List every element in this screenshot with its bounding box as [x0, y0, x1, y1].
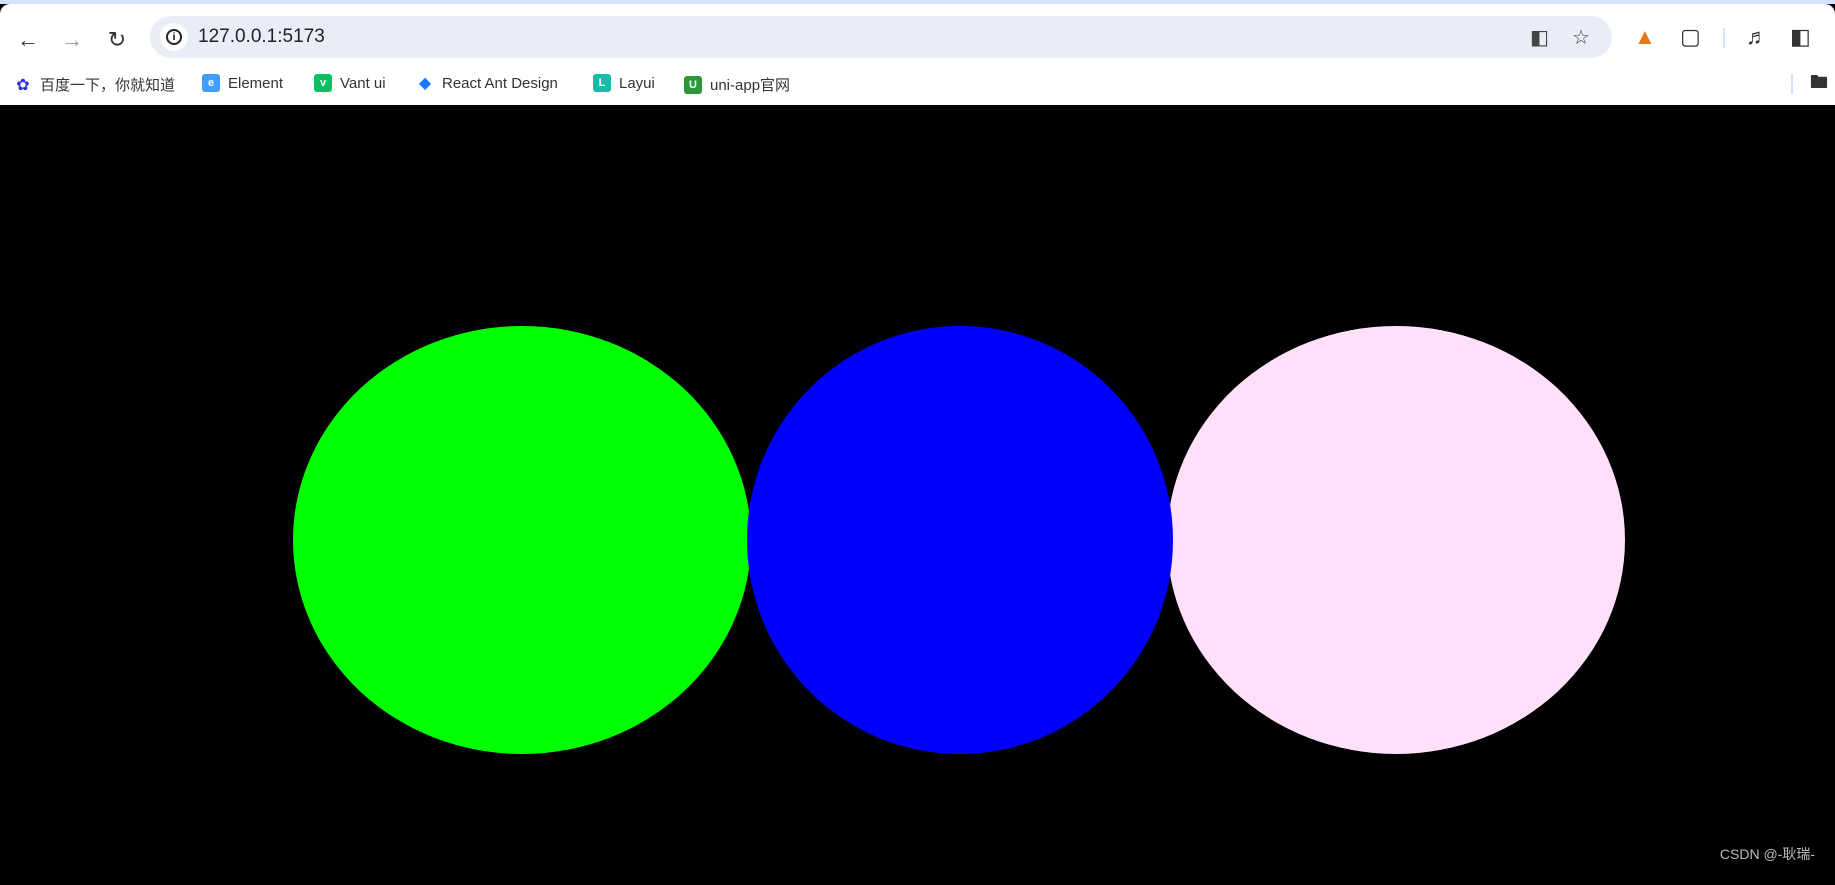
reload-icon[interactable]: ↻ [101, 24, 133, 56]
media-queue-icon[interactable]: ♬ [1746, 24, 1768, 50]
back-arrow-icon[interactable]: ← [12, 24, 44, 56]
bookmark-vant[interactable]: v Vant ui [314, 74, 386, 92]
bookmark-label: React Ant Design [442, 74, 558, 92]
bookmark-baidu[interactable]: ✿ 百度一下，你就知道 [14, 74, 175, 95]
blue-circle [747, 326, 1173, 754]
side-panel-icon[interactable]: ◧ [1790, 24, 1811, 50]
bookmark-label: Layui [619, 74, 655, 92]
green-circle [293, 326, 751, 754]
other-bookmarks-folder-icon[interactable]: 🖿 [1810, 70, 1828, 100]
bookmark-label: Vant ui [340, 74, 386, 92]
bookmark-star-icon[interactable]: ☆ [1572, 25, 1590, 50]
bookmarks-divider [1791, 74, 1793, 94]
extensions-puzzle-icon[interactable]: ▢ [1680, 24, 1701, 50]
vant-icon: v [314, 74, 332, 92]
site-info-icon[interactable]: i [160, 23, 188, 51]
pink-circle [1167, 326, 1625, 754]
layui-icon: L [593, 74, 611, 92]
baidu-icon: ✿ [16, 76, 30, 94]
bookmark-uniapp[interactable]: U uni-app官网 [684, 74, 790, 95]
metamask-fox-icon[interactable]: ▲ [1634, 24, 1656, 50]
translate-icon[interactable]: ◧ [1530, 25, 1549, 50]
bookmark-label: 百度一下，你就知道 [40, 77, 176, 94]
uniapp-icon: U [684, 75, 702, 94]
url-text[interactable]: 127.0.0.1:5173 [198, 26, 325, 48]
scene-svg [293, 326, 1625, 754]
toolbar-divider [1723, 28, 1725, 48]
bookmark-label: Element [228, 74, 284, 92]
bookmark-label: uni-app官网 [710, 77, 791, 94]
watermark: CSDN @-耿瑞- [1719, 846, 1815, 862]
address-bar[interactable]: i 127.0.0.1:5173 ◧ ☆ [150, 16, 1612, 58]
render-canvas: CSDN @-耿瑞- [0, 105, 1835, 880]
antd-icon: ◆ [418, 75, 432, 92]
element-icon: e [202, 74, 220, 92]
bookmark-layui[interactable]: L Layui [593, 74, 655, 92]
forward-arrow-icon[interactable]: → [56, 24, 88, 56]
browser-toolbar: ← → ↻ i 127.0.0.1:5173 ◧ ☆ ▲ ▢ ♬ ◧ ✿ 百度一… [0, 4, 1835, 105]
bookmark-element[interactable]: e Element [202, 74, 283, 92]
bookmark-react-ant-design[interactable]: ◆ React Ant Design [416, 74, 558, 93]
